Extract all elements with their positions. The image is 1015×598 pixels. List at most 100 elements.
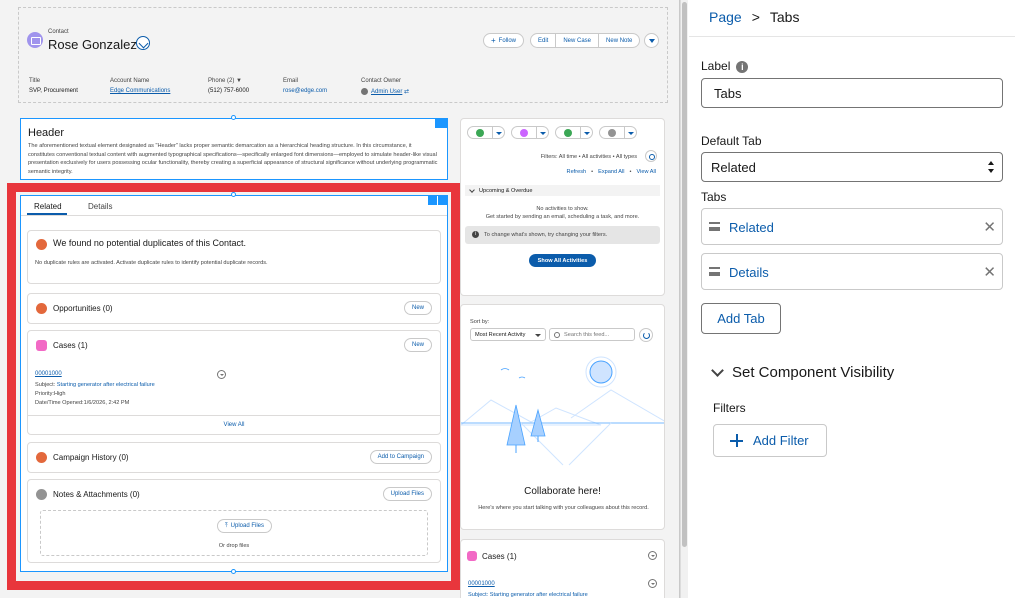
visibility-section-toggle[interactable]: Set Component Visibility [711,363,894,381]
default-tab-label: Default Tab [701,134,762,148]
opportunities-title: Opportunities (0) [53,304,113,313]
canvas-scrollbar[interactable] [680,0,688,598]
header-text-component[interactable]: Header The aforementioned textual elemen… [20,118,448,180]
delete-component-icon[interactable] [435,119,447,128]
cases-related-list: Cases (1) 00001000 Subject: Starting gen… [460,539,665,598]
task-icon [564,129,572,137]
new-event-action[interactable] [511,126,549,139]
header-description: The aforementioned textual element desig… [28,143,438,175]
owner-link[interactable]: Admin User [371,89,402,95]
more-actions-chevron-down-icon[interactable] [644,33,659,48]
tab-item-details[interactable]: Details ✕ [701,253,1003,290]
resize-handle[interactable] [231,115,236,120]
email-action[interactable] [599,126,637,139]
new-task-action[interactable] [555,126,593,139]
plus-icon [730,434,743,447]
tabs-section-label: Tabs [701,190,727,204]
file-dropzone[interactable]: ⤒ Upload Files Or drop files [40,510,428,556]
case-subject-link[interactable]: Starting generator after electrical fail… [57,382,155,388]
feed-search-input[interactable]: Search this feed... [549,328,635,341]
row-actions-chevron-down-icon[interactable] [648,579,657,588]
chevron-down-icon [537,126,549,139]
highlight-phone: Phone (2) ▼ (512) 757-6000 [208,78,250,94]
close-icon[interactable]: ✕ [983,218,996,236]
edit-button[interactable]: Edit [530,33,557,48]
breadcrumb-page[interactable]: Page [709,9,742,25]
show-all-activities-button[interactable]: Show All Activities [529,254,596,267]
sort-select[interactable]: Most Recent Activity [470,328,546,341]
highlight-account: Account Name Edge Communications [110,78,171,94]
cases-mini-subject: Subject: Starting generator after electr… [468,592,588,598]
follow-button[interactable]: + Follow [483,33,525,48]
case-number-link[interactable]: 00001000 [35,371,62,377]
notes-attachments-title: Notes & Attachments (0) [53,490,140,499]
cases-mini-number[interactable]: 00001000 [468,581,495,587]
refresh-icon[interactable] [639,328,653,342]
add-to-campaign-button[interactable]: Add to Campaign [369,450,432,464]
add-tab-button[interactable]: Add Tab [701,303,781,334]
upload-files-header-button[interactable]: Upload Files [382,487,432,501]
drag-handle-icon[interactable] [709,267,720,276]
log-call-action[interactable] [467,126,505,139]
cases-mini-title: Cases (1) [482,552,517,561]
upload-files-button[interactable]: ⤒ Upload Files [217,519,273,533]
gear-icon[interactable] [645,150,657,162]
account-link[interactable]: Edge Communications [110,88,170,94]
tabs-component[interactable]: Related Details We found no potential du… [20,195,448,572]
resize-handle-top[interactable] [231,192,236,197]
case-priority: Priority:High [35,391,66,397]
add-filter-button[interactable]: Add Filter [713,424,827,457]
refresh-link[interactable]: Refresh [567,169,587,175]
delete-component-icon[interactable] [438,196,447,205]
info-icon[interactable]: i [736,60,749,73]
tab-related[interactable]: Related [34,202,62,211]
record-header[interactable]: Contact Rose Gonzalez + Follow Edit New C… [18,7,668,103]
warning-icon [36,239,47,250]
active-tab-indicator [27,213,67,215]
tab-item-label[interactable]: Related [729,220,774,235]
new-opportunity-button[interactable]: New [403,301,432,315]
user-avatar-icon [361,88,368,95]
chevron-down-icon[interactable] [648,551,657,560]
duplicates-title: We found no potential duplicates of this… [53,238,246,248]
tab-item-related[interactable]: Related ✕ [701,208,1003,245]
tab-details[interactable]: Details [88,202,112,211]
resize-handle-bottom[interactable] [231,569,236,574]
cases-title: Cases (1) [53,341,88,350]
view-all-link[interactable]: View All [637,169,657,175]
label-field-label: Label i [701,59,749,73]
activity-filters: Filters: All time • All activities • All… [540,154,637,160]
upload-icon: ⤒ [225,522,228,529]
move-component-icon[interactable] [428,196,437,205]
expand-all-link[interactable]: Expand All [598,169,624,175]
record-name: Rose Gonzalez [48,37,137,52]
upcoming-overdue-section[interactable]: Upcoming & Overdue [465,185,660,196]
notes-attachments-card: Notes & Attachments (0) Upload Files ⤒ Up… [27,479,441,563]
hierarchy-icon[interactable] [136,36,150,50]
default-tab-select[interactable]: Related [701,152,1003,182]
plus-icon: + [491,36,496,45]
row-actions-chevron-down-icon[interactable] [217,370,226,379]
get-started-text: Get started by sending an email, schedul… [485,214,640,220]
new-note-button[interactable]: New Note [598,33,641,48]
tab-item-label[interactable]: Details [729,265,769,280]
view-all-cases-link[interactable]: View All [28,422,440,428]
highlight-owner: Contact Owner Admin User ⇄ [361,78,410,96]
new-case-button[interactable]: New [403,338,432,352]
sort-label: Sort by: [470,319,490,325]
email-link[interactable]: rose@edge.com [283,88,327,94]
case-icon [36,340,47,351]
file-icon [36,489,47,500]
close-icon[interactable]: ✕ [983,263,996,281]
chevron-down-icon [493,126,505,139]
collaborate-illustration [461,356,664,466]
new-case-button[interactable]: New Case [555,33,600,48]
breadcrumb-separator: > [751,9,760,25]
scrollbar-thumb[interactable] [682,2,687,547]
caret-down-icon: ▼ [236,78,242,84]
record-type: Contact [48,29,69,35]
drag-handle-icon[interactable] [709,222,720,231]
chatter-panel: Sort by: Most Recent Activity Search thi… [460,304,665,530]
event-icon [520,129,528,137]
label-input[interactable]: Tabs [701,78,1003,108]
